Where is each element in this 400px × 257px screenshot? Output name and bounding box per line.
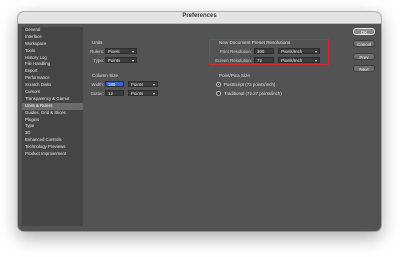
- print-resolution-unit-value: Pixels/Inch: [281, 49, 303, 54]
- sidebar-item-units-rulers[interactable]: Units & Rulers: [22, 102, 83, 110]
- chevron-down-icon: ▾: [314, 58, 317, 63]
- screen-resolution-label: Screen Resolution:: [214, 58, 252, 63]
- sidebar-item-3d[interactable]: 3D: [22, 130, 83, 137]
- screen-resolution-unit-value: Pixels/Inch: [281, 58, 303, 63]
- chevron-down-icon: ▾: [152, 91, 155, 96]
- sidebar: General Interface Workspace Tools Histor…: [22, 27, 83, 226]
- gutter-input[interactable]: 12: [105, 90, 124, 96]
- units-title: Units: [92, 40, 103, 45]
- title-bar: Preferences: [18, 12, 381, 24]
- width-input[interactable]: 180: [105, 81, 124, 87]
- type-dropdown[interactable]: Points ▾: [105, 57, 137, 63]
- sidebar-item-type[interactable]: Type: [22, 123, 83, 130]
- prev-button[interactable]: Prev: [353, 53, 375, 60]
- preferences-window: Preferences General Interface Workspace …: [18, 12, 381, 231]
- column-size-title: Column Size: [92, 73, 119, 78]
- print-resolution-unit-dropdown[interactable]: Pixels/Inch ▾: [278, 48, 320, 54]
- sidebar-item-tools[interactable]: Tools: [22, 48, 83, 55]
- sidebar-item-guides-grid-slices[interactable]: Guides, Grid & Slices: [22, 110, 83, 117]
- type-value: Points: [108, 58, 121, 63]
- sidebar-item-transparency-gamut[interactable]: Transparency & Gamut: [22, 96, 83, 103]
- sidebar-item-product-improvement[interactable]: Product Improvement: [22, 151, 83, 158]
- sidebar-item-export[interactable]: Export: [22, 68, 83, 75]
- sidebar-item-enhanced-controls[interactable]: Enhanced Controls: [22, 137, 83, 144]
- width-unit-value: Points: [131, 82, 144, 87]
- sidebar-item-interface[interactable]: Interface: [22, 34, 83, 41]
- screen-resolution-unit-dropdown[interactable]: Pixels/Inch ▾: [278, 57, 320, 63]
- sidebar-item-performance[interactable]: Performance: [22, 75, 83, 82]
- sidebar-item-workspace[interactable]: Workspace: [22, 41, 83, 48]
- type-label: Type:: [93, 58, 104, 63]
- rulers-value: Pixels: [108, 49, 120, 54]
- width-unit-dropdown[interactable]: Points ▾: [128, 81, 158, 87]
- sidebar-item-history-log[interactable]: History Log: [22, 55, 83, 62]
- rulers-label: Rulers:: [90, 49, 104, 54]
- main-panel: Units Rulers: Pixels ▾ Type: Points ▾ Co…: [88, 27, 347, 226]
- ok-button[interactable]: OK: [353, 28, 375, 35]
- chevron-down-icon: ▾: [131, 58, 134, 63]
- sidebar-item-file-handling[interactable]: File Handling: [22, 61, 83, 68]
- sidebar-item-cursors[interactable]: Cursors: [22, 89, 83, 96]
- chevron-down-icon: ▾: [152, 82, 155, 87]
- sidebar-item-technology-previews[interactable]: Technology Previews: [22, 144, 83, 151]
- chevron-down-icon: ▾: [131, 49, 134, 54]
- sidebar-item-plugins[interactable]: Plugins: [22, 117, 83, 124]
- width-label: Width:: [91, 82, 104, 87]
- print-resolution-label: Print Resolution:: [219, 49, 252, 54]
- postscript-radio[interactable]: [216, 82, 221, 87]
- gutter-unit-value: Points: [131, 91, 144, 96]
- preset-title: New Document Preset Resolutions: [219, 40, 291, 45]
- chevron-down-icon: ▾: [314, 49, 317, 54]
- traditional-radio[interactable]: [216, 91, 221, 96]
- print-resolution-input[interactable]: 300: [254, 48, 274, 54]
- point-pica-title: Point/Pica Size: [219, 73, 250, 78]
- gutter-label: Gutter:: [90, 91, 104, 96]
- gutter-unit-dropdown[interactable]: Points ▾: [128, 90, 158, 96]
- screen-resolution-input[interactable]: 72: [254, 57, 274, 63]
- sidebar-item-general[interactable]: General: [22, 27, 83, 34]
- rulers-dropdown[interactable]: Pixels ▾: [105, 48, 137, 54]
- postscript-label: PostScript (72 points/inch): [224, 82, 276, 87]
- window-title: Preferences: [182, 13, 217, 19]
- traditional-label: Traditional (72.27 points/inch): [224, 91, 282, 96]
- cancel-button[interactable]: Cancel: [353, 40, 375, 47]
- sidebar-item-scratch-disks[interactable]: Scratch Disks: [22, 82, 83, 89]
- next-button[interactable]: Next: [353, 65, 375, 72]
